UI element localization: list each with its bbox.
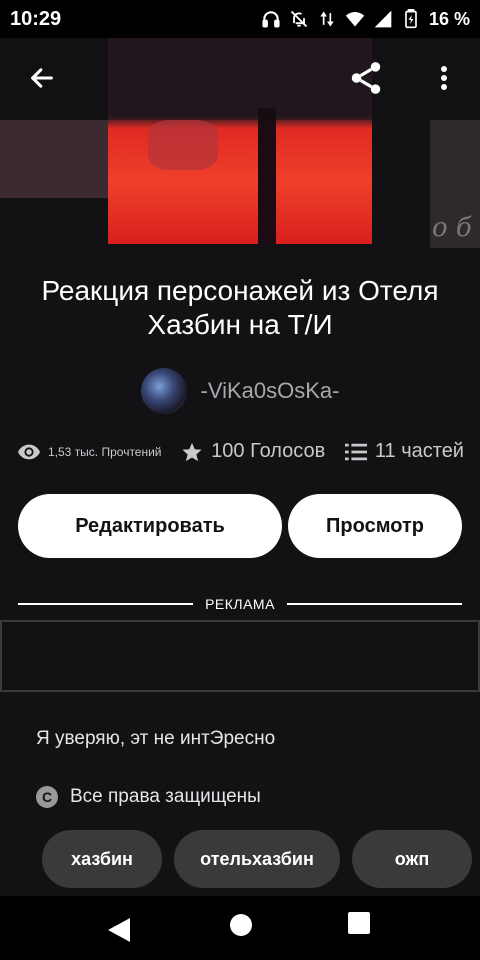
eye-icon (18, 444, 40, 459)
story-title: Реакция персонажей из Отеля Хазбин на Т/… (0, 274, 480, 342)
toolbar-overlay (0, 38, 480, 120)
tag-chip[interactable]: отельхазбин (174, 830, 340, 888)
more-vertical-icon (441, 66, 447, 90)
view-button[interactable]: Просмотр (288, 494, 462, 558)
cover-next[interactable]: о б (430, 120, 480, 248)
copyright-icon: C (36, 786, 58, 808)
share-icon (351, 62, 381, 94)
tag-list: хазбин отельхазбин ожп (42, 830, 472, 888)
story-stats: 1,53 тыс. Прочтений 100 Голосов 11 часте… (18, 440, 464, 463)
ad-divider: РЕКЛАМА (18, 596, 463, 612)
share-button[interactable] (344, 56, 388, 100)
author-row[interactable]: -ViKa0sOsKa- (0, 368, 480, 414)
story-title-line: Хазбин на Т/И (147, 309, 333, 340)
tag-chip[interactable]: хазбин (42, 830, 162, 888)
story-title-line: Реакция персонажей из Отеля (41, 275, 439, 306)
divider-line (18, 603, 194, 605)
cover-previous[interactable] (0, 120, 108, 198)
battery-percent: 16 % (428, 8, 470, 29)
edit-button[interactable]: Редактировать (18, 494, 282, 558)
author-name[interactable]: -ViKa0sOsKa- (201, 378, 340, 404)
divider-line (286, 603, 463, 605)
status-time: 10:29 (10, 7, 62, 30)
nav-back-icon[interactable] (108, 918, 130, 942)
story-description: Я уверяю, эт не интЭресно (36, 728, 276, 749)
nav-recents-icon[interactable] (348, 912, 370, 934)
parts-stat: 11 частей (344, 440, 464, 463)
more-options-button[interactable] (428, 58, 460, 98)
ad-label: РЕКЛАМА (205, 596, 275, 612)
status-bar: 10:29 16 % (0, 0, 480, 38)
copyright-text: Все права защищены (70, 786, 261, 807)
wifi-icon (345, 12, 365, 27)
star-icon (182, 442, 202, 461)
headphones-icon (262, 11, 280, 28)
cover-art-shape (148, 120, 218, 170)
battery-charging-icon (405, 9, 417, 29)
cell-signal-icon (374, 10, 392, 28)
copyright-row: C Все права защищены (36, 786, 261, 808)
status-icons: 16 % (261, 9, 470, 30)
cover-next-text: о б (432, 213, 472, 243)
parts-count: 11 частей (374, 440, 464, 462)
list-icon (344, 443, 367, 460)
cover-art-shape (258, 108, 276, 244)
tag-chip[interactable]: ожп (352, 830, 472, 888)
arrow-left-icon (31, 68, 53, 88)
back-button[interactable] (22, 58, 62, 98)
bell-off-icon (290, 10, 308, 28)
ad-banner[interactable] (0, 620, 480, 692)
reads-stat: 1,53 тыс. Прочтений (18, 444, 162, 460)
data-transfer-icon (320, 11, 334, 27)
nav-home-icon[interactable] (230, 914, 252, 936)
reads-count: 1,53 тыс. Прочтений (48, 444, 162, 459)
votes-count: 100 Голосов (211, 440, 326, 462)
author-avatar[interactable] (140, 368, 187, 414)
votes-stat: 100 Голосов (181, 440, 325, 463)
